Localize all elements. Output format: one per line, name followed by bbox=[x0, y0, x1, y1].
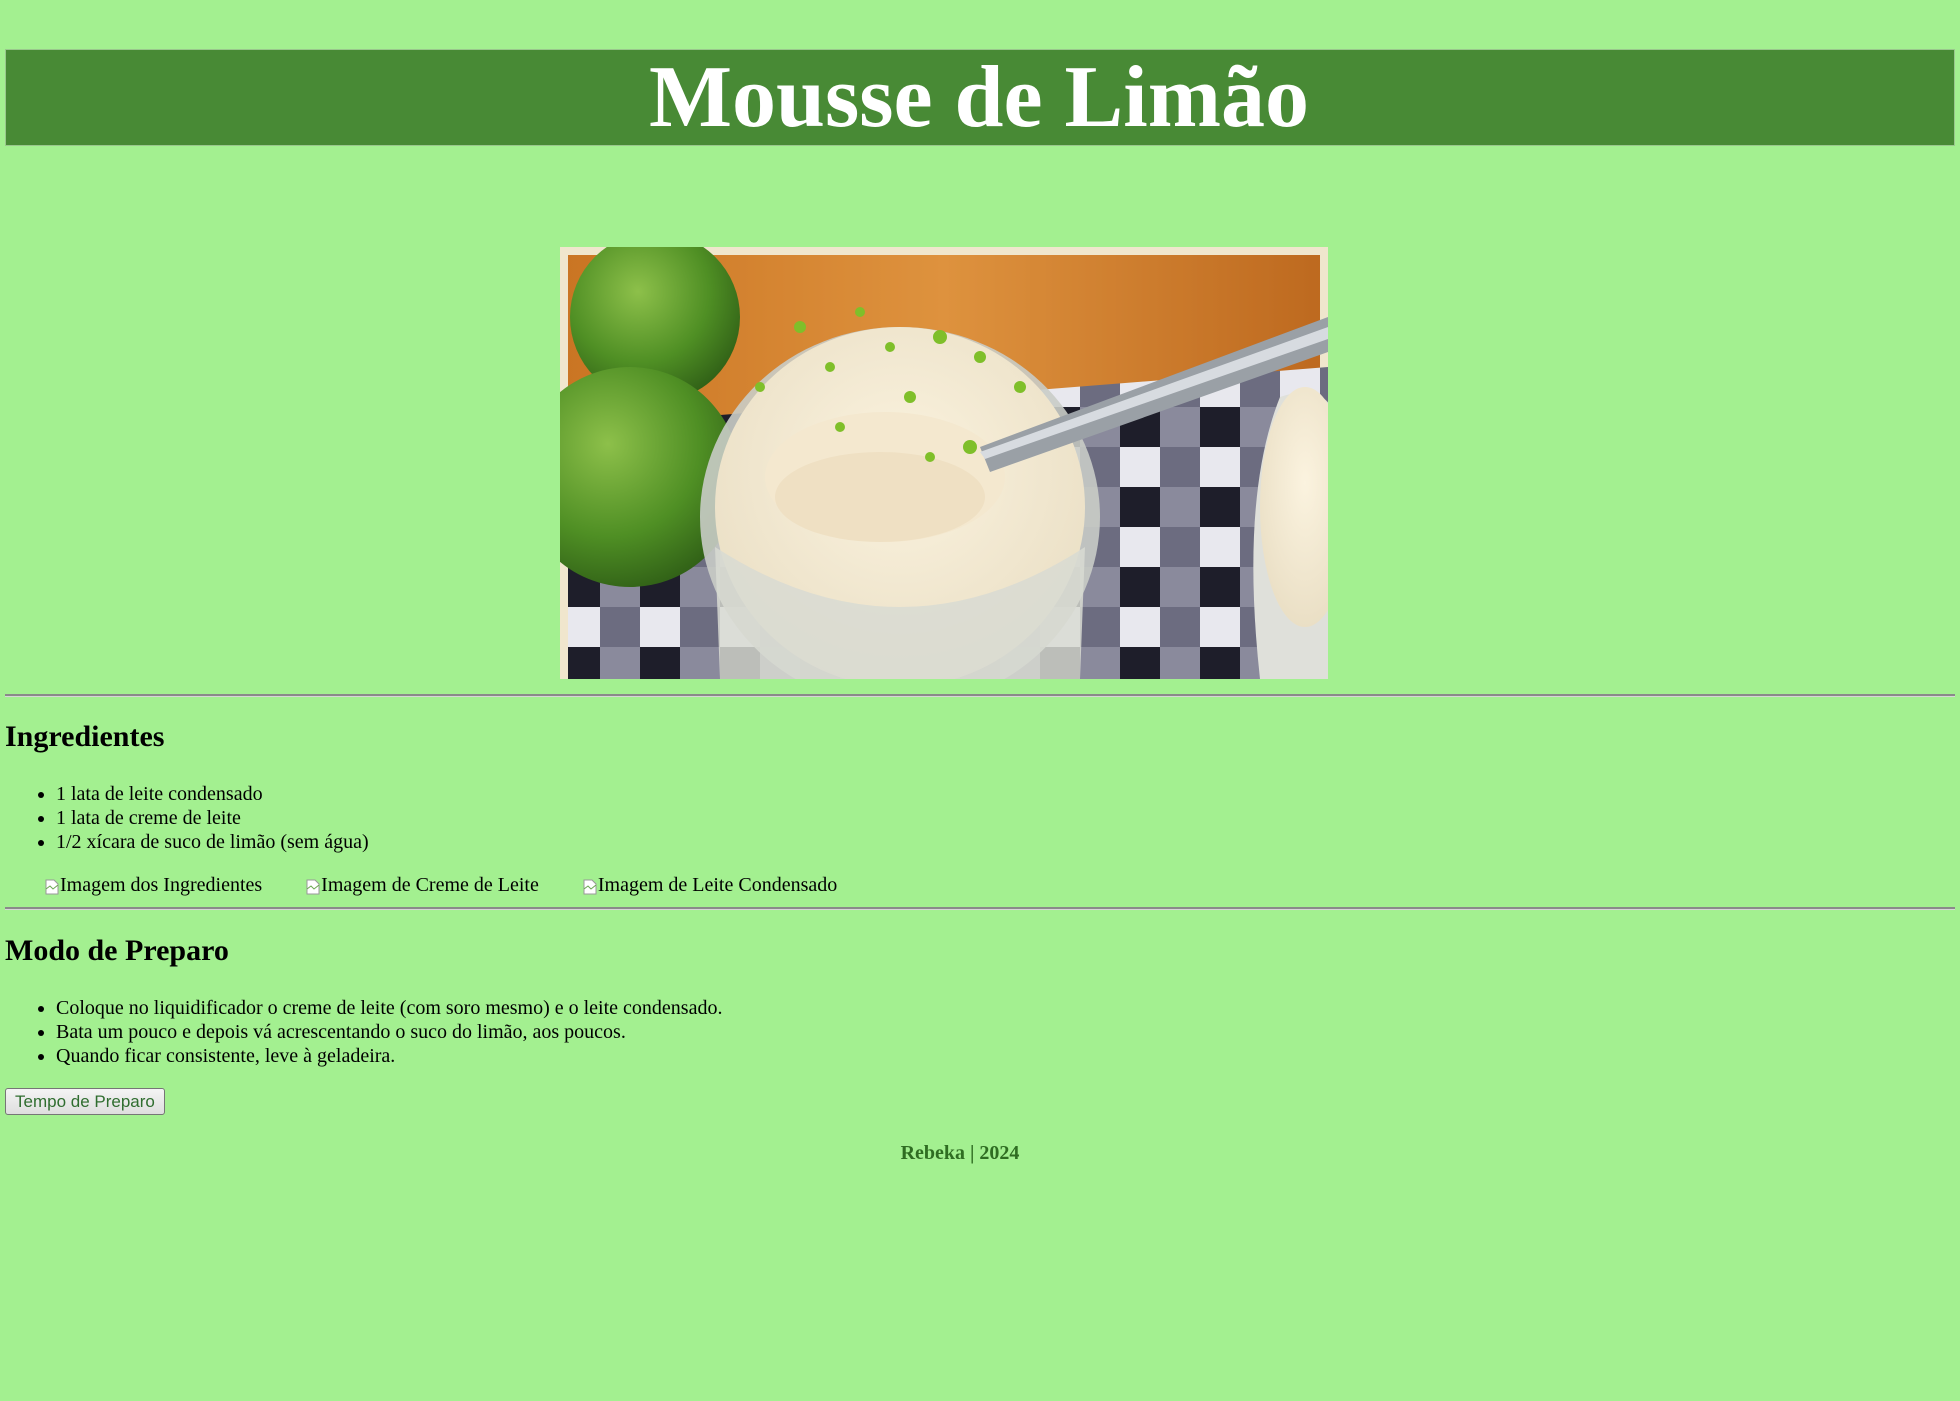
ingredients-list: 1 lata de leite condensado 1 lata de cre… bbox=[5, 782, 369, 854]
broken-image-icon bbox=[306, 877, 320, 895]
list-item: 1 lata de creme de leite bbox=[56, 806, 369, 830]
divider-top bbox=[5, 694, 1955, 697]
list-item: Coloque no liquidificador o creme de lei… bbox=[56, 996, 722, 1020]
preparation-steps: Coloque no liquidificador o creme de lei… bbox=[5, 996, 722, 1068]
mousse-photo bbox=[560, 247, 1328, 679]
ingredients-heading: Ingredientes bbox=[5, 720, 165, 753]
footer-credit: Rebeka | 2024 bbox=[900, 1142, 1020, 1164]
list-item: Bata um pouco e depois vá acrescentando … bbox=[56, 1020, 722, 1044]
page-header: Mousse de Limão bbox=[5, 49, 1955, 146]
broken-image-icon bbox=[45, 877, 59, 895]
page-title: Mousse de Limão bbox=[649, 48, 1309, 146]
hero-image bbox=[560, 247, 1328, 679]
prep-time-button[interactable]: Tempo de Preparo bbox=[5, 1088, 165, 1115]
preparation-heading: Modo de Preparo bbox=[5, 934, 229, 967]
cream-image: Imagem de Creme de Leite bbox=[306, 873, 539, 897]
divider-middle bbox=[5, 907, 1955, 910]
broken-image-icon bbox=[583, 877, 597, 895]
condensed-milk-image: Imagem de Leite Condensado bbox=[583, 873, 837, 897]
list-item: 1/2 xícara de suco de limão (sem água) bbox=[56, 830, 369, 854]
list-item: Quando ficar consistente, leve à geladei… bbox=[56, 1044, 722, 1068]
list-item: 1 lata de leite condensado bbox=[56, 782, 369, 806]
ingredients-image: Imagem dos Ingredientes bbox=[45, 873, 262, 897]
ingredient-images: Imagem dos Ingredientes Imagem de Creme … bbox=[45, 873, 837, 897]
